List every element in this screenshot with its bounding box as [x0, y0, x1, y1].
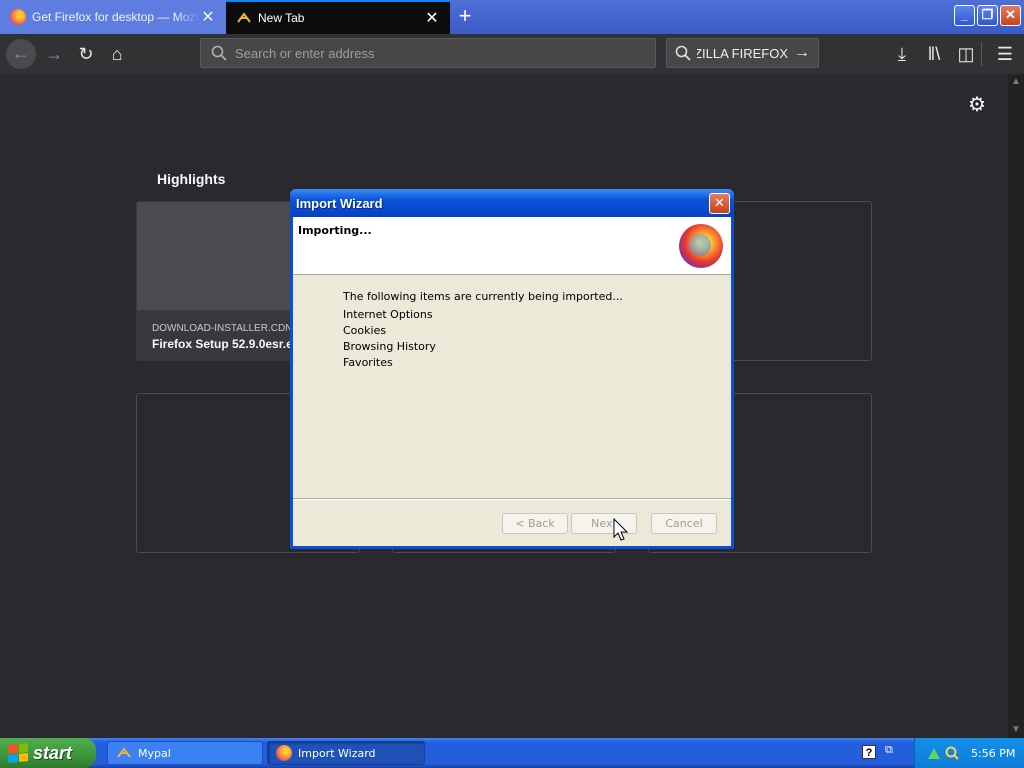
list-item: Cookies [343, 324, 387, 337]
close-window-button[interactable]: ✕ [1000, 5, 1021, 26]
minimize-button[interactable]: _ [954, 5, 975, 26]
firefox-icon [276, 745, 292, 761]
help-icon[interactable]: ? [862, 745, 876, 759]
dialog-close-button[interactable]: ✕ [709, 193, 730, 214]
tab-label: New Tab [258, 11, 305, 25]
library-icon[interactable]: ‖\ [920, 40, 948, 68]
search-icon [675, 45, 691, 61]
navigation-toolbar: ← → ↻ ⌂ MOZILLA FIREFOX → ⤓ ‖\ ◫ ☰ [0, 34, 1024, 74]
tab-new-tab[interactable]: New Tab ✕ [226, 0, 450, 34]
new-tab-button[interactable]: + [452, 4, 478, 30]
taskbar-item-import-wizard[interactable]: Import Wizard [267, 741, 425, 765]
clock[interactable]: 5:56 PM [971, 747, 1015, 760]
task-label: Import Wizard [298, 746, 376, 760]
start-button[interactable]: start [0, 738, 96, 768]
dialog-heading: Importing... [298, 224, 372, 237]
url-bar[interactable] [200, 38, 656, 68]
task-label: Mypal [138, 746, 171, 760]
scroll-down-icon[interactable]: ▼ [1008, 722, 1024, 738]
scrollbar[interactable]: ▲ ▼ [1008, 74, 1024, 738]
dialog-titlebar[interactable]: Import Wizard ✕ [290, 189, 734, 217]
new-tab-icon [236, 10, 252, 26]
list-item: Favorites [343, 356, 393, 369]
scroll-up-icon[interactable]: ▲ [1008, 74, 1024, 90]
search-bar[interactable]: MOZILLA FIREFOX → [666, 38, 819, 68]
windows-logo-icon [8, 742, 28, 764]
list-item: Browsing History [343, 340, 436, 353]
list-item: Internet Options [343, 308, 433, 321]
sidebar-icon[interactable]: ◫ [952, 40, 980, 68]
mouse-pointer-icon [613, 518, 629, 541]
system-tray: 5:56 PM [914, 738, 1024, 768]
search-tray-icon[interactable] [945, 746, 959, 760]
tab-get-firefox[interactable]: Get Firefox for desktop — Mozilla ✕ [0, 0, 226, 34]
toolbar-divider [981, 42, 982, 66]
search-icon [211, 45, 227, 61]
back-arrow-icon[interactable]: ← [6, 39, 36, 69]
restore-button[interactable]: ❐ [977, 5, 998, 26]
dialog-divider [293, 498, 731, 500]
taskbar: start Mypal Import Wizard ? ⧉ 5:56 PM [0, 738, 1024, 768]
gear-icon[interactable]: ⚙ [966, 94, 988, 116]
dialog-header: Importing... [293, 217, 731, 275]
start-label: start [33, 742, 73, 763]
cancel-button[interactable]: Cancel [651, 513, 717, 534]
network-icon[interactable] [927, 746, 941, 760]
import-items: The following items are currently being … [343, 290, 623, 371]
go-arrow-icon[interactable]: → [794, 44, 810, 62]
firefox-icon [10, 9, 26, 25]
close-tab-icon[interactable]: ✕ [424, 8, 440, 28]
dialog-title: Import Wizard [296, 196, 383, 211]
back-button[interactable]: < Back [502, 513, 568, 534]
intro-text: The following items are currently being … [343, 290, 623, 303]
hamburger-menu-icon[interactable]: ☰ [991, 40, 1019, 68]
taskbar-item-mypal[interactable]: Mypal [107, 741, 263, 765]
section-title: Highlights [157, 171, 226, 187]
address-input[interactable] [235, 45, 635, 61]
download-icon[interactable]: ⤓ [888, 40, 916, 68]
close-tab-icon[interactable]: ✕ [200, 7, 216, 27]
mypal-icon [117, 747, 131, 758]
tab-label: Get Firefox for desktop — Mozilla [32, 10, 200, 24]
forward-arrow-icon[interactable]: → [40, 40, 68, 68]
restore-desktop-icon[interactable]: ⧉ [885, 744, 893, 757]
import-wizard-dialog: Import Wizard ✕ Importing... The followi… [290, 189, 734, 549]
search-value[interactable]: MOZILLA FIREFOX [697, 46, 788, 61]
tab-strip: Get Firefox for desktop — Mozilla ✕ New … [0, 0, 1024, 34]
firefox-logo-icon [679, 224, 723, 268]
home-icon[interactable]: ⌂ [103, 40, 131, 68]
reload-icon[interactable]: ↻ [72, 40, 100, 68]
